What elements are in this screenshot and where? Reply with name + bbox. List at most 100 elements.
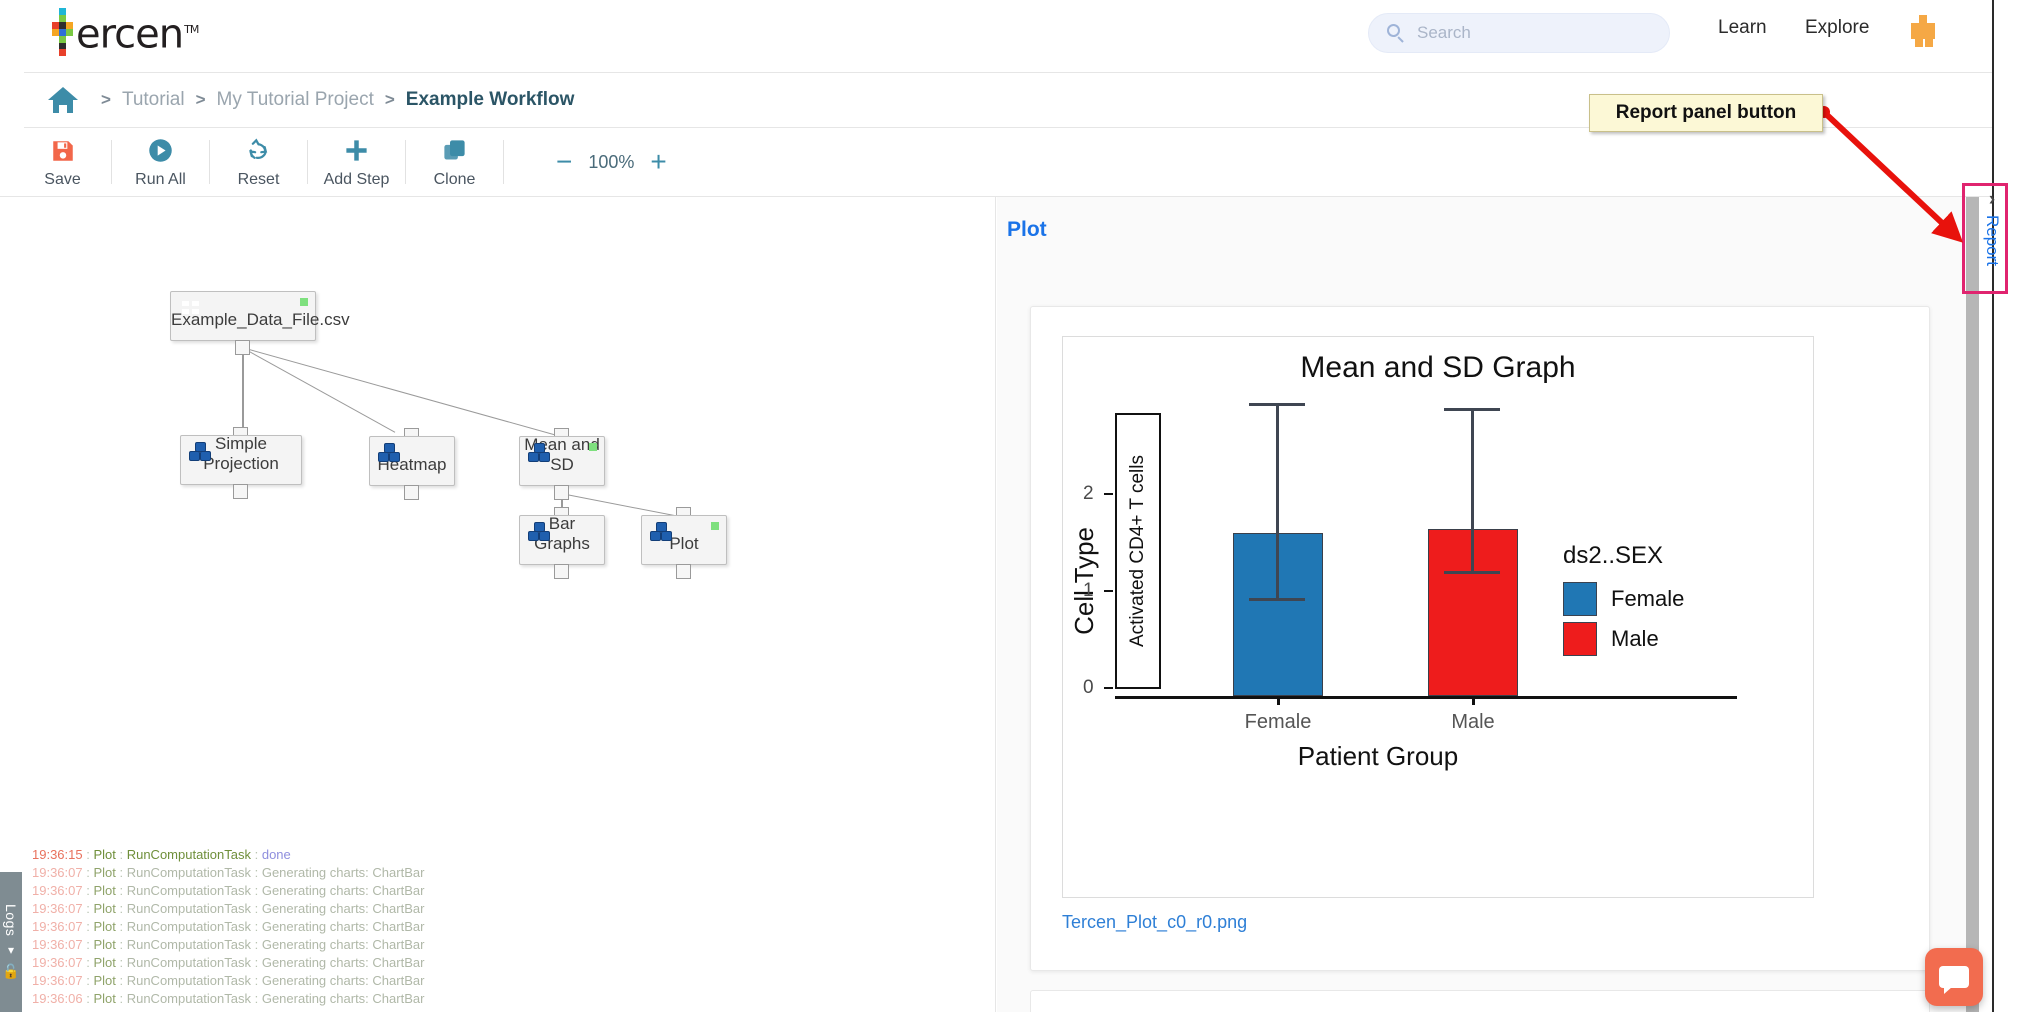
add-step-label: Add Step xyxy=(323,170,390,188)
logs-tab-button[interactable]: Logs ▾ 🔓 xyxy=(0,872,22,1012)
log-line: 19:36:07 : Plot : RunComputationTask : G… xyxy=(32,883,425,898)
node-status-indicator xyxy=(300,298,308,306)
node-port-out[interactable] xyxy=(235,340,250,355)
save-button[interactable]: Save xyxy=(14,131,111,193)
node-status-indicator xyxy=(589,443,597,451)
zoom-in-button[interactable]: + xyxy=(650,148,666,176)
chat-launcher-button[interactable] xyxy=(1925,948,1983,1006)
log-line: 19:36:07 : Plot : RunComputationTask : G… xyxy=(32,919,425,934)
top-header-bar: ercenTM Learn Explore xyxy=(0,0,1993,72)
chart-x-tickmark xyxy=(1472,696,1475,705)
search-box[interactable] xyxy=(1368,13,1670,53)
node-port-out[interactable] xyxy=(404,485,419,500)
chart-x-tick-male: Male xyxy=(1451,711,1495,733)
chart-errorbar-cap-top-male xyxy=(1444,408,1500,412)
app-root: ercenTM Learn Explore > Tutorial xyxy=(0,0,2018,1012)
tercen-logo-text: ercenTM xyxy=(76,11,199,58)
chart-y-tick-2: 2 xyxy=(1083,483,1094,504)
chevron-down-icon[interactable]: ▾ xyxy=(8,943,14,957)
chat-bubble-icon xyxy=(1939,966,1969,994)
report-panel-button[interactable]: › Report xyxy=(1979,190,2005,290)
window-right-edge xyxy=(1992,0,1994,1012)
node-port-out[interactable] xyxy=(233,484,248,499)
node-status-indicator xyxy=(711,522,719,530)
annotation-tooltip-text: Report panel button xyxy=(1615,102,1797,123)
floppy-disk-icon xyxy=(50,136,76,166)
chart-y-tickmark xyxy=(1104,590,1113,592)
breadcrumb-item-tutorial[interactable]: Tutorial xyxy=(122,89,185,111)
avatar[interactable] xyxy=(1907,15,1939,47)
log-line: 19:36:07 : Plot : RunComputationTask : G… xyxy=(32,937,425,952)
chart-errorbar-cap-bottom-male xyxy=(1444,571,1500,575)
search-input[interactable] xyxy=(1417,23,1647,43)
logs-tab-label: Logs xyxy=(3,903,19,937)
workflow-node-bar-graphs[interactable]: Bar Graphs xyxy=(519,514,605,565)
chart-legend-key-male xyxy=(1563,622,1597,656)
log-line: 19:36:07 : Plot : RunComputationTask : G… xyxy=(32,901,425,916)
breadcrumb: > Tutorial > My Tutorial Project > Examp… xyxy=(48,78,574,122)
chevron-right-icon: › xyxy=(1988,189,1996,210)
chart-legend-label-male: Male xyxy=(1611,626,1659,651)
node-port-out[interactable] xyxy=(554,564,569,579)
zoom-level-value: 100% xyxy=(588,151,635,172)
clone-label: Clone xyxy=(433,170,476,188)
report-card-secondary xyxy=(1030,990,1930,1012)
add-step-button[interactable]: Add Step xyxy=(308,131,405,193)
workflow-node-mean-and-sd[interactable]: Mean and SD xyxy=(519,435,605,486)
chart-x-axis-label: Patient Group xyxy=(1297,741,1459,771)
workflow-node-label: Example_Data_File.csv xyxy=(171,310,350,329)
breadcrumb-item-example-workflow[interactable]: Example Workflow xyxy=(406,89,575,111)
reset-label: Reset xyxy=(237,170,280,188)
workflow-node-heatmap[interactable]: Heatmap xyxy=(369,436,455,486)
chart-y-tickmark xyxy=(1104,493,1113,495)
chart-x-tick-female: Female xyxy=(1244,711,1312,733)
chart-x-axis-line xyxy=(1115,696,1737,699)
log-line: 19:36:15 : Plot : RunComputationTask : d… xyxy=(32,847,291,862)
report-pane-scrollbar[interactable] xyxy=(1966,197,1979,1012)
breadcrumb-separator: > xyxy=(384,90,395,109)
node-port-out[interactable] xyxy=(554,485,569,500)
edge-n1-n3 xyxy=(241,347,396,433)
chart-legend-key-female xyxy=(1563,582,1597,616)
report-file-link[interactable]: Tercen_Plot_c0_r0.png xyxy=(1062,912,1247,933)
report-section-title[interactable]: Plot xyxy=(1007,218,1047,242)
chart-y-tickmark xyxy=(1104,687,1113,689)
chart-legend-label-female: Female xyxy=(1611,586,1685,611)
chart-errorbar-male xyxy=(1471,408,1475,574)
breadcrumb-separator: > xyxy=(195,90,206,109)
zoom-out-button[interactable]: − xyxy=(556,148,572,176)
annotation-tooltip: Report panel button xyxy=(1589,94,1823,132)
workflow-node-plot[interactable]: Plot xyxy=(641,515,727,565)
toolbar-divider xyxy=(503,140,504,184)
workflow-toolbar: Save Run All Reset Add Step Clone − 100%… xyxy=(0,128,1993,196)
log-line: 19:36:07 : Plot : RunComputationTask : G… xyxy=(32,955,425,970)
nav-learn[interactable]: Learn xyxy=(1718,17,1767,39)
edge-n1-n4 xyxy=(241,347,560,437)
log-line: 19:36:07 : Plot : RunComputationTask : G… xyxy=(32,973,425,988)
plus-icon xyxy=(343,136,370,166)
reset-button[interactable]: Reset xyxy=(210,131,307,193)
clone-button[interactable]: Clone xyxy=(406,131,503,193)
run-all-label: Run All xyxy=(135,170,186,188)
tercen-logo[interactable]: ercenTM xyxy=(48,8,199,58)
workflow-node-example-data-file[interactable]: Example_Data_File.csv xyxy=(170,291,350,341)
workflow-node-simple-projection[interactable]: Simple Projection xyxy=(180,434,302,485)
home-icon[interactable] xyxy=(48,87,78,113)
save-label: Save xyxy=(44,170,81,188)
log-line: 19:36:06 : Plot : RunComputationTask : G… xyxy=(32,991,425,1006)
logs-list: 19:36:15 : Plot : RunComputationTask : d… xyxy=(32,846,732,1008)
chart-panel-strip: Activated CD4+ T cells xyxy=(1115,413,1161,689)
chart-plot: Mean and SD Graph Cell Type Activated CD… xyxy=(1062,336,1814,898)
unlock-icon[interactable]: 🔓 xyxy=(2,963,19,980)
nav-explore[interactable]: Explore xyxy=(1805,17,1869,39)
header-divider xyxy=(24,72,1993,73)
breadcrumb-item-my-tutorial-project[interactable]: My Tutorial Project xyxy=(217,89,374,111)
chart-errorbar-cap-bottom-female xyxy=(1249,598,1305,602)
chart-errorbar-female xyxy=(1276,403,1280,600)
copy-icon xyxy=(441,136,468,166)
chart-errorbar-cap-top-female xyxy=(1249,403,1305,407)
search-icon xyxy=(1387,23,1406,43)
node-port-out[interactable] xyxy=(676,564,691,579)
edge-n1-n2 xyxy=(242,347,244,435)
run-all-button[interactable]: Run All xyxy=(112,131,209,193)
